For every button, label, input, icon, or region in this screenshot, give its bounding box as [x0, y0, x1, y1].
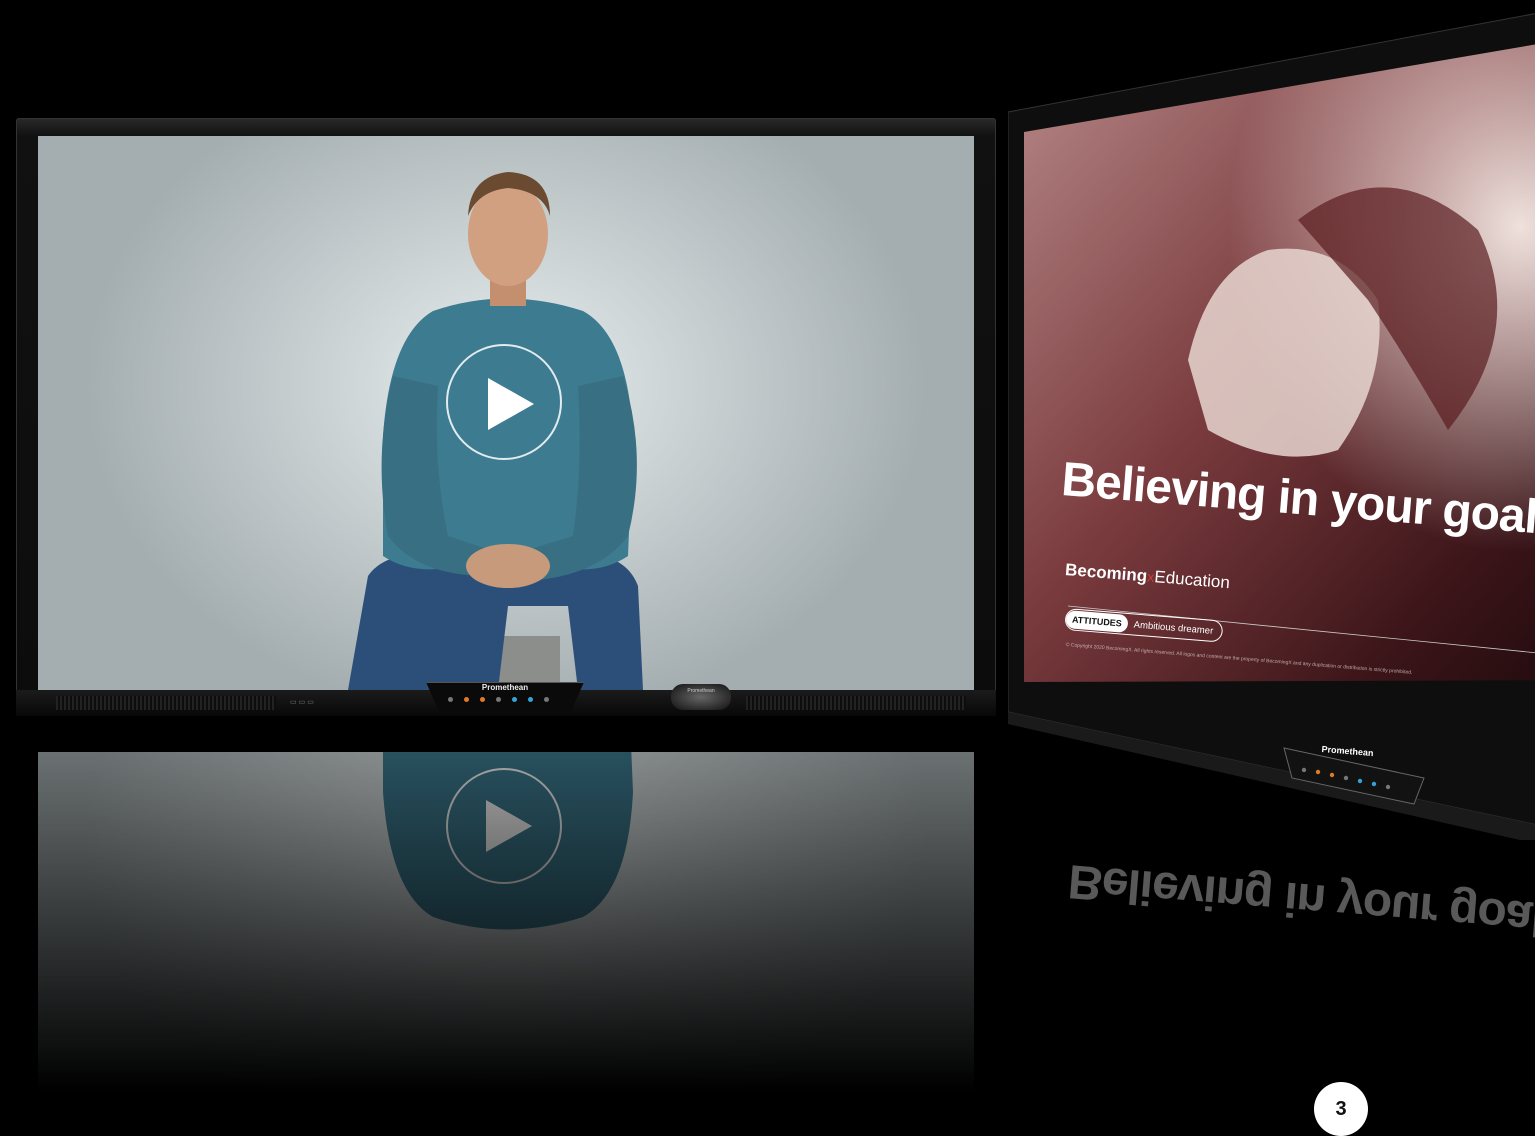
left-display: ▭▭▭ Promethean Promethean: [16, 118, 996, 716]
pen-brand: Promethean: [687, 688, 715, 694]
hw-button-6[interactable]: [544, 697, 549, 702]
left-display-control-bar: ▭▭▭ Promethean Promethean: [16, 682, 996, 716]
left-display-reflection: [38, 752, 974, 1092]
reflection-screen: [38, 752, 974, 1092]
pill-value: Ambitious dreamer: [1133, 619, 1214, 637]
pen-tray[interactable]: Promethean: [671, 684, 731, 710]
pill-tag: ATTITUDES: [1065, 610, 1129, 633]
slide-title-reflection: Believing in your goal: [1066, 854, 1535, 946]
power-button[interactable]: [448, 697, 453, 702]
right-display: [1008, 13, 1535, 840]
hardware-buttons[interactable]: [448, 697, 549, 702]
play-icon: [488, 378, 534, 430]
speaker-grille-right: [746, 696, 966, 710]
play-button[interactable]: [446, 344, 562, 460]
brand-label: Promethean: [481, 683, 529, 692]
video-screen[interactable]: [38, 136, 974, 690]
reflection-presenter: [383, 752, 633, 930]
page-number-badge: 3: [1314, 1082, 1368, 1136]
hw-button-5[interactable]: [528, 697, 533, 702]
port-icons: ▭▭▭: [290, 699, 316, 706]
speaker-grille-left: [56, 696, 276, 710]
hw-button-3[interactable]: [496, 697, 501, 702]
hw-button-1[interactable]: [464, 697, 469, 702]
hw-button-2[interactable]: [480, 697, 485, 702]
hw-button-4[interactable]: [512, 697, 517, 702]
